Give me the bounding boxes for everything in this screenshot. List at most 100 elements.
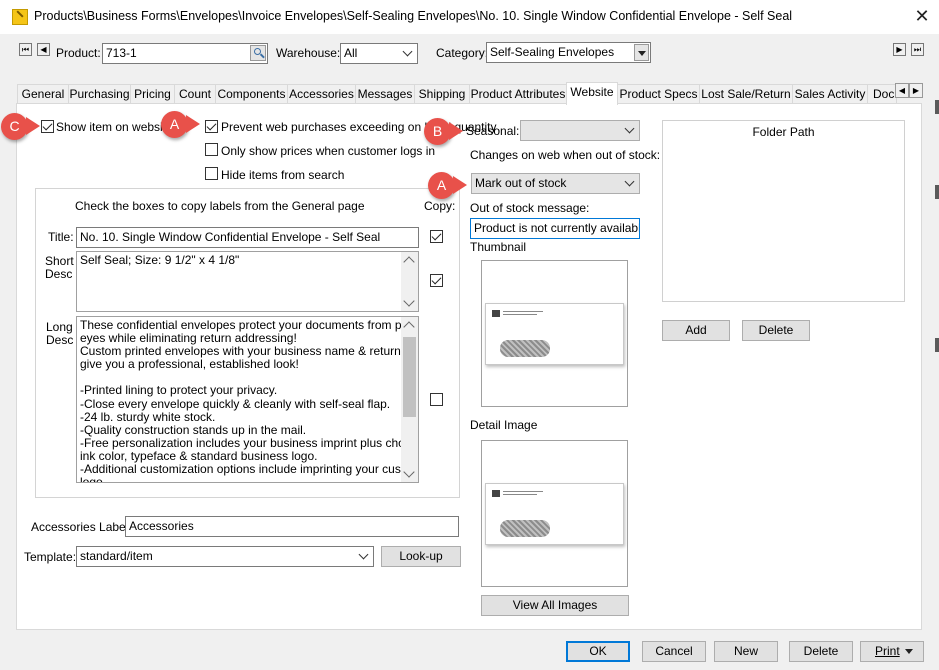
hide-search-checkbox[interactable] bbox=[205, 167, 218, 180]
tab-product-specs[interactable]: Product Specs bbox=[617, 84, 700, 104]
tab-scroll-left-icon[interactable]: ◀ bbox=[895, 83, 909, 98]
tab-scroll-right-icon[interactable]: ▶ bbox=[909, 83, 923, 98]
short-desc-textarea[interactable]: Self Seal; Size: 9 1/2" x 4 1/8" bbox=[76, 251, 419, 312]
long-desc-scrollbar[interactable] bbox=[401, 317, 418, 482]
close-icon[interactable]: ✕ bbox=[911, 5, 933, 27]
tab-messages[interactable]: Messages bbox=[355, 84, 415, 104]
long-desc-line: -Free personalization includes your busi… bbox=[80, 435, 419, 450]
tab-website[interactable]: Website bbox=[566, 82, 618, 105]
warehouse-select[interactable]: All bbox=[340, 43, 418, 64]
seasonal-label: Seasonal: bbox=[466, 124, 520, 138]
print-label: Print bbox=[875, 644, 900, 658]
cancel-button[interactable]: Cancel bbox=[642, 641, 706, 662]
annotation-arrow bbox=[449, 122, 463, 140]
scroll-down-icon[interactable] bbox=[403, 466, 415, 478]
annotation-arrow bbox=[186, 115, 200, 133]
detail-image-label: Detail Image bbox=[470, 418, 538, 432]
product-value: 713-1 bbox=[106, 46, 137, 60]
edge-mark bbox=[935, 185, 939, 199]
previous-record-icon[interactable]: ◀ bbox=[37, 43, 50, 56]
envelope-window bbox=[500, 340, 550, 357]
next-record-icon[interactable]: ▶ bbox=[893, 43, 906, 56]
print-button[interactable]: Print bbox=[860, 641, 924, 662]
prevent-purchases-checkbox[interactable] bbox=[205, 120, 218, 133]
tab-product-attributes[interactable]: Product Attributes bbox=[469, 84, 567, 104]
envelope-return-line bbox=[503, 491, 543, 492]
delete-folder-button[interactable]: Delete bbox=[742, 320, 810, 341]
long-desc-copy-checkbox[interactable] bbox=[430, 393, 443, 406]
edge-mark bbox=[935, 100, 939, 114]
annotation-arrow bbox=[26, 117, 40, 135]
long-desc-line: give you a professional, established loo… bbox=[80, 357, 299, 372]
first-record-icon[interactable]: ⏮ bbox=[19, 43, 32, 56]
category-select[interactable]: Self-Sealing Envelopes bbox=[486, 42, 651, 63]
window-title: Products\Business Forms\Envelopes\Invoic… bbox=[34, 9, 793, 23]
short-desc-copy-checkbox[interactable] bbox=[430, 274, 443, 287]
long-desc-line: -Close every envelope quickly & cleanly … bbox=[80, 396, 391, 411]
tab-shipping[interactable]: Shipping bbox=[414, 84, 470, 104]
folder-path-list[interactable]: Folder Path bbox=[662, 120, 905, 302]
annotation-badge-b: B bbox=[424, 118, 451, 145]
title-copy-checkbox[interactable] bbox=[430, 230, 443, 243]
product-label: Product: bbox=[56, 46, 101, 60]
tab-sales-activity[interactable]: Sales Activity bbox=[792, 84, 868, 104]
thumbnail-image[interactable] bbox=[481, 260, 628, 407]
add-folder-button[interactable]: Add bbox=[662, 320, 730, 341]
long-desc-line: -24 lb. sturdy white stock. bbox=[80, 409, 216, 424]
oos-change-select[interactable]: Mark out of stock bbox=[471, 173, 640, 194]
scrollbar-thumb[interactable] bbox=[403, 337, 416, 417]
tab-lost-sale-return[interactable]: Lost Sale/Return bbox=[699, 84, 793, 104]
tab-strip: General Purchasing Pricing Count Compone… bbox=[16, 82, 921, 105]
category-value: Self-Sealing Envelopes bbox=[490, 45, 615, 59]
scroll-up-icon[interactable] bbox=[403, 256, 415, 268]
tab-purchasing[interactable]: Purchasing bbox=[68, 84, 131, 104]
long-desc-label-1: Long bbox=[46, 320, 73, 334]
product-input[interactable]: 713-1 bbox=[102, 43, 268, 64]
delete-button[interactable]: Delete bbox=[789, 641, 853, 662]
only-prices-label: Only show prices when customer logs in bbox=[221, 144, 436, 158]
ok-button[interactable]: OK bbox=[566, 641, 630, 662]
chevron-down-icon bbox=[625, 178, 635, 188]
product-search-icon[interactable] bbox=[250, 45, 266, 61]
oos-message-input[interactable]: Product is not currently available bbox=[470, 218, 640, 239]
detail-image[interactable] bbox=[481, 440, 628, 587]
scroll-down-icon[interactable] bbox=[403, 295, 415, 307]
template-select[interactable]: standard/item bbox=[76, 546, 374, 567]
edge-mark bbox=[935, 338, 939, 352]
oos-message-label: Out of stock message: bbox=[470, 201, 590, 215]
title-input[interactable]: No. 10. Single Window Confidential Envel… bbox=[76, 227, 419, 248]
category-label: Category: bbox=[436, 46, 489, 60]
show-item-label: Show item on website bbox=[56, 120, 173, 134]
new-button[interactable]: New bbox=[714, 641, 778, 662]
lookup-button[interactable]: Look-up bbox=[381, 546, 461, 567]
tab-accessories[interactable]: Accessories bbox=[287, 84, 356, 104]
tab-pricing[interactable]: Pricing bbox=[130, 84, 175, 104]
accessories-input[interactable]: Accessories bbox=[125, 516, 459, 537]
accessories-value: Accessories bbox=[129, 519, 194, 533]
show-item-checkbox[interactable] bbox=[41, 120, 54, 133]
seasonal-select[interactable] bbox=[520, 120, 640, 141]
long-desc-label-2: Desc bbox=[46, 333, 74, 347]
view-all-images-button[interactable]: View All Images bbox=[481, 595, 629, 616]
short-desc-label-2: Desc bbox=[45, 267, 73, 281]
chevron-down-icon bbox=[403, 48, 413, 58]
hide-search-label: Hide items from search bbox=[221, 168, 345, 182]
caret-down-icon bbox=[905, 649, 913, 654]
annotation-badge-a: A bbox=[161, 111, 188, 138]
scroll-up-icon[interactable] bbox=[403, 321, 415, 333]
template-value: standard/item bbox=[80, 549, 153, 563]
only-prices-checkbox[interactable] bbox=[205, 143, 218, 156]
oos-change-label: Changes on web when out of stock: bbox=[470, 148, 661, 162]
envelope-window bbox=[500, 520, 550, 537]
tab-general[interactable]: General bbox=[17, 84, 69, 104]
long-desc-textarea[interactable]: These confidential envelopes protect you… bbox=[76, 316, 419, 483]
tab-doc[interactable]: Doc bbox=[867, 84, 897, 104]
last-record-icon[interactable]: ⏭ bbox=[911, 43, 924, 56]
tab-count[interactable]: Count bbox=[174, 84, 216, 104]
annotation-badge-a2: A bbox=[428, 172, 455, 199]
short-desc-scrollbar[interactable] bbox=[401, 252, 418, 311]
envelope-return-line bbox=[503, 494, 537, 495]
envelope-logo bbox=[492, 490, 500, 497]
tab-components[interactable]: Components bbox=[215, 84, 288, 104]
long-desc-line: -Additional customization options includ… bbox=[80, 462, 419, 477]
